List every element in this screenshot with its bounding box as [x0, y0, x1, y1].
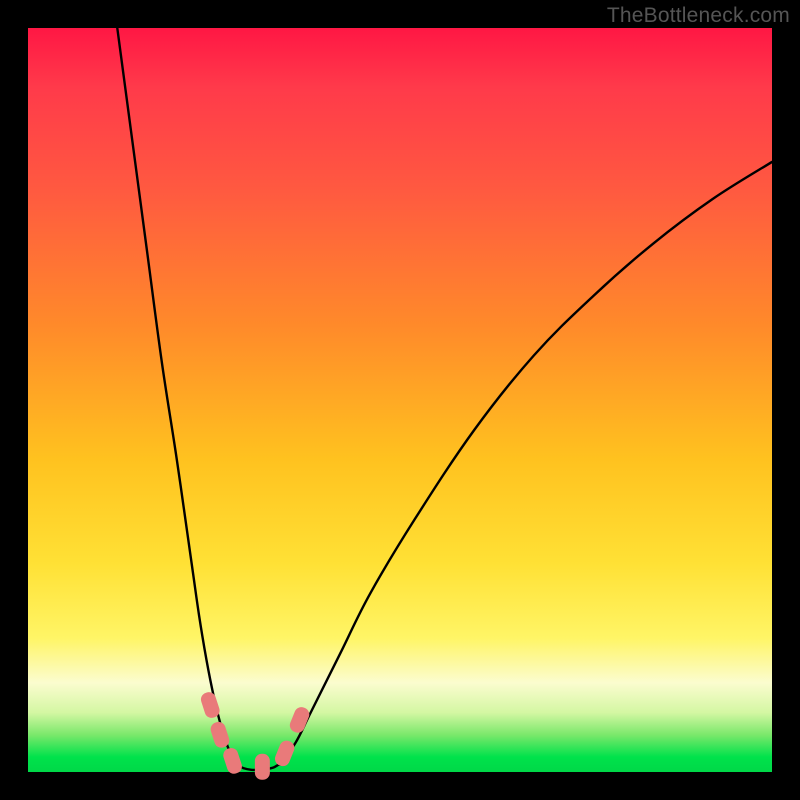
plot-area — [28, 28, 772, 772]
chart-frame: TheBottleneck.com — [0, 0, 800, 800]
curve-layer — [28, 28, 772, 772]
watermark-text: TheBottleneck.com — [607, 4, 790, 28]
curve-marker — [273, 739, 297, 769]
bottleneck-curve — [117, 28, 772, 770]
curve-marker — [255, 754, 270, 780]
marker-layer — [199, 690, 311, 779]
curve-marker — [221, 746, 243, 775]
